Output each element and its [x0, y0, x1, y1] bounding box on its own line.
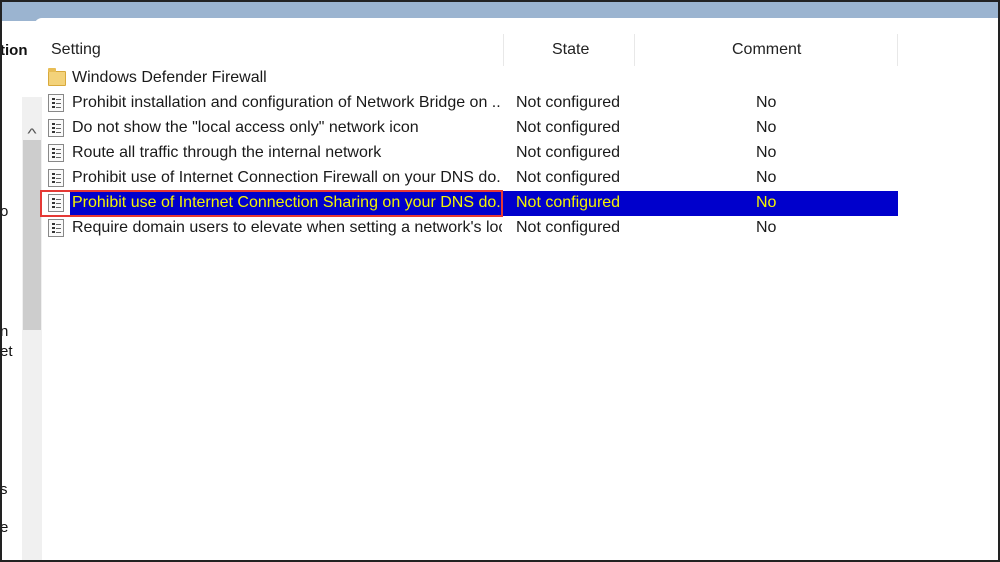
setting-name: Prohibit installation and configuration … — [72, 94, 502, 111]
policy-row[interactable]: Route all traffic through the internal n… — [44, 141, 898, 166]
setting-name: Prohibit use of Internet Connection Fire… — [72, 169, 502, 186]
tree-scrollbar[interactable]: ^ — [22, 97, 42, 562]
policy-row[interactable]: Prohibit installation and configuration … — [44, 91, 898, 116]
column-divider[interactable] — [503, 34, 504, 66]
scrollbar-thumb[interactable] — [23, 140, 41, 330]
setting-state: Not configured — [516, 169, 621, 186]
setting-name: Do not show the "local access only" netw… — [72, 119, 419, 136]
folder-icon — [48, 68, 66, 88]
column-header-comment[interactable]: Comment — [732, 34, 801, 66]
setting-state: Not configured — [516, 194, 621, 211]
tree-pane-header: tion — [0, 42, 28, 59]
tree-text-fragment: et — [0, 343, 13, 360]
policy-setting-icon — [48, 94, 66, 113]
setting-comment: No — [756, 94, 777, 111]
tree-text-fragment: e — [0, 519, 9, 536]
setting-state: Not configured — [516, 119, 621, 136]
policy-row[interactable]: Do not show the "local access only" netw… — [44, 116, 898, 141]
folder-name: Windows Defender Firewall — [72, 69, 267, 86]
tree-text-fragment: n — [0, 323, 9, 340]
setting-comment: No — [756, 219, 777, 236]
folder-row[interactable]: Windows Defender Firewall — [44, 66, 898, 91]
setting-comment: No — [756, 194, 777, 211]
setting-state: Not configured — [516, 144, 621, 161]
setting-comment: No — [756, 119, 777, 136]
setting-comment: No — [756, 144, 777, 161]
column-divider[interactable] — [634, 34, 635, 66]
setting-name: Route all traffic through the internal n… — [72, 144, 382, 161]
scroll-up-chevron-icon[interactable]: ^ — [22, 125, 42, 141]
policy-setting-icon — [48, 144, 66, 163]
setting-state: Not configured — [516, 94, 621, 111]
column-divider[interactable] — [897, 34, 898, 66]
column-header-setting[interactable]: Setting — [51, 34, 101, 66]
policy-setting-icon — [48, 169, 66, 188]
tree-text-fragment: s — [0, 481, 8, 498]
setting-comment: No — [756, 169, 777, 186]
policy-setting-icon — [48, 119, 66, 138]
setting-name: Require domain users to elevate when set… — [72, 219, 502, 236]
policy-setting-icon — [48, 219, 66, 238]
content-pane-top — [34, 18, 1000, 28]
policy-row[interactable]: Require domain users to elevate when set… — [44, 216, 898, 241]
setting-state: Not configured — [516, 219, 621, 236]
tree-text-fragment: o — [0, 203, 9, 220]
highlight-box — [40, 190, 503, 217]
policy-row[interactable]: Prohibit use of Internet Connection Fire… — [44, 166, 898, 191]
column-header-state[interactable]: State — [552, 34, 589, 66]
